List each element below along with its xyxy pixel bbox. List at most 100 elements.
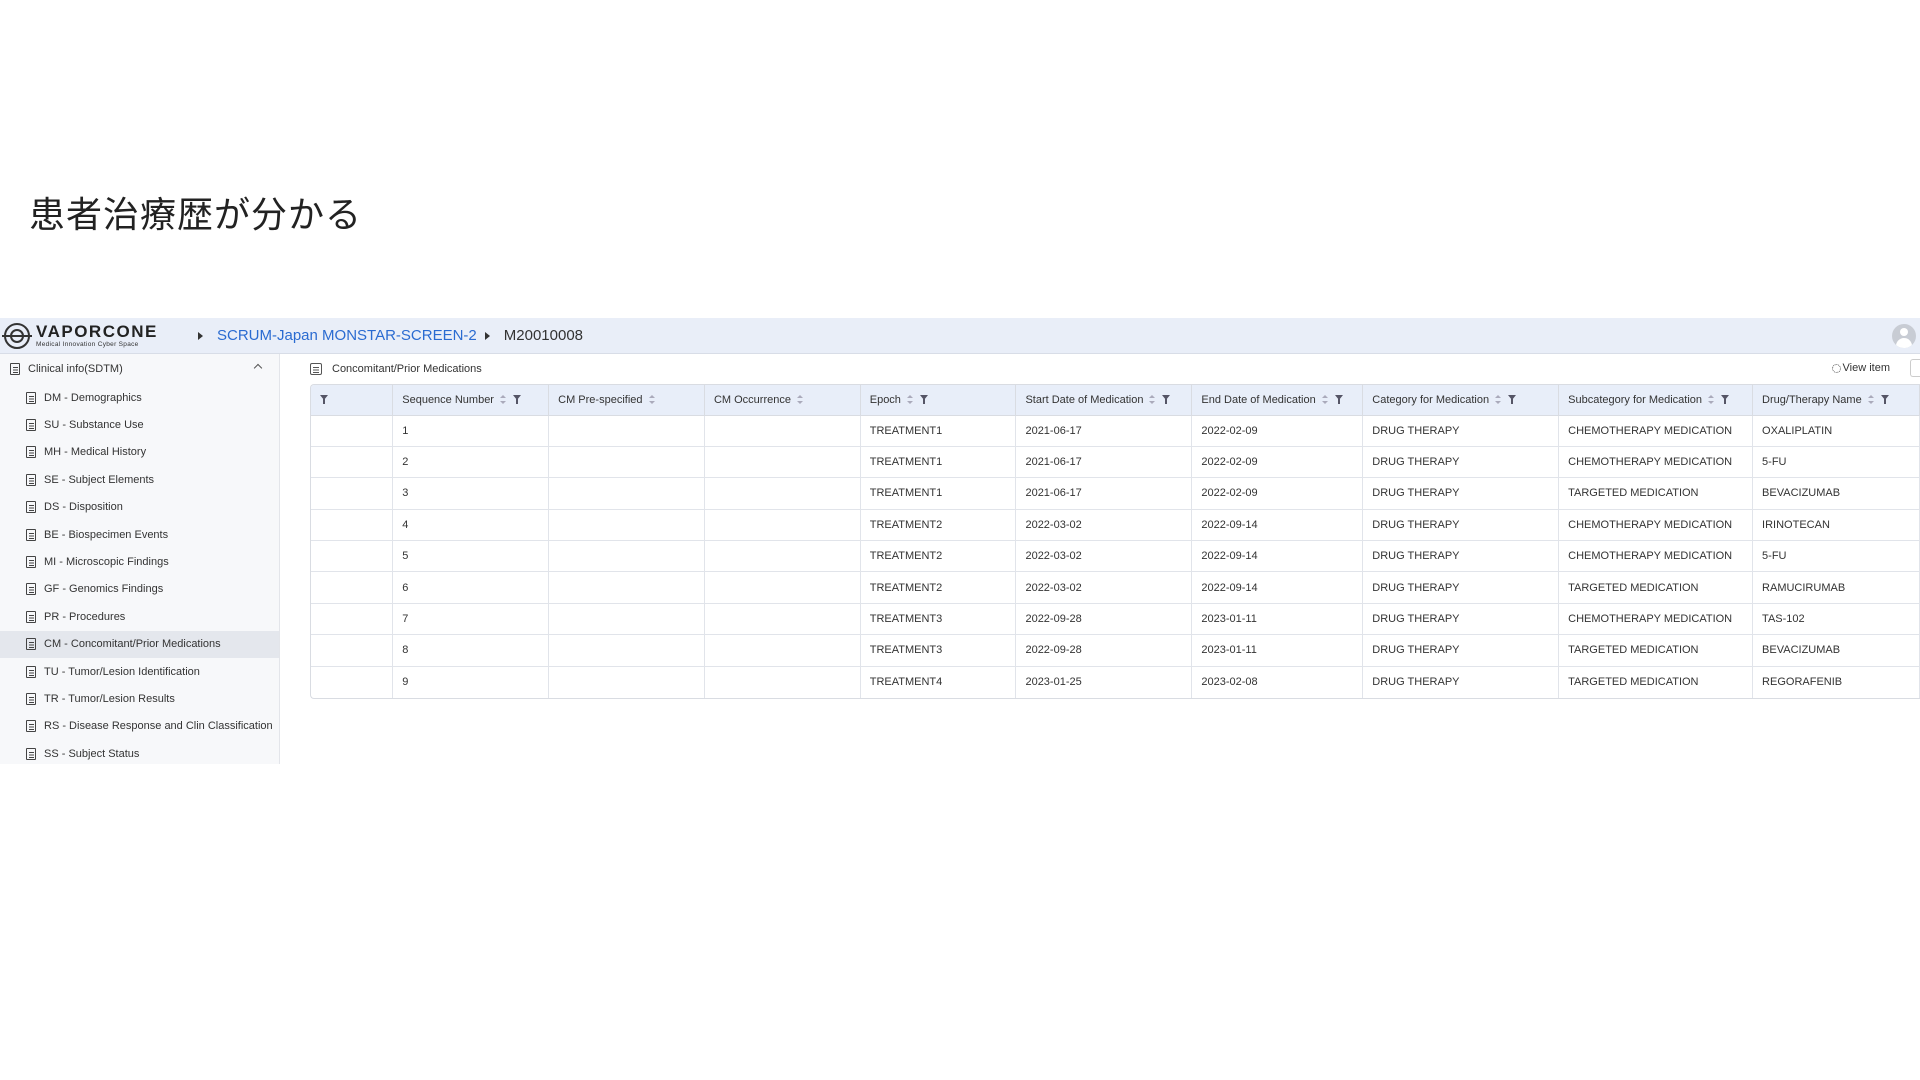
document-icon bbox=[26, 665, 36, 678]
column-header[interactable]: Subcategory for Medication bbox=[1558, 385, 1754, 416]
table-row[interactable]: 7 TREATMENT3 2022-09-28 2023-01-11 DRUG THER… bbox=[311, 603, 1920, 636]
table-cell bbox=[311, 446, 394, 479]
table-cell: TREATMENT1 bbox=[860, 415, 1017, 447]
table-row[interactable]: 6 TREATMENT2 2022-03-02 2022-09-14 DRUG THER… bbox=[311, 571, 1920, 604]
column-header[interactable]: Category for Medication bbox=[1362, 385, 1560, 416]
table-row[interactable]: 9 TREATMENT4 2023-01-25 2023-02-08 DRUG THER… bbox=[311, 666, 1920, 698]
sidebar-item[interactable]: MI - Microscopic Findings bbox=[0, 548, 279, 575]
sort-icon[interactable] bbox=[1867, 395, 1874, 405]
filter-icon[interactable] bbox=[1880, 395, 1889, 405]
panel-toggle-button[interactable] bbox=[1910, 359, 1920, 377]
folder-doc-icon bbox=[10, 363, 20, 375]
document-icon bbox=[26, 638, 36, 651]
document-icon bbox=[26, 446, 36, 459]
filter-icon[interactable] bbox=[512, 395, 521, 405]
column-header[interactable]: CM Pre-specified bbox=[548, 385, 705, 416]
sidebar: Clinical info(SDTM) DM - Demographics SU … bbox=[0, 354, 280, 764]
table-cell bbox=[311, 634, 394, 667]
logo-tagline: Medical Innovation Cyber Space bbox=[36, 340, 139, 348]
table-cell: DRUG THERAPY bbox=[1362, 666, 1560, 698]
table-cell bbox=[704, 446, 861, 479]
table-row[interactable]: 8 TREATMENT3 2022-09-28 2023-01-11 DRUG THER… bbox=[311, 634, 1920, 667]
column-header[interactable]: CM Occurrence bbox=[704, 385, 861, 416]
table-cell bbox=[704, 666, 861, 698]
column-header[interactable]: Epoch bbox=[860, 385, 1017, 416]
filter-icon[interactable] bbox=[1162, 395, 1171, 405]
sidebar-item[interactable]: SS - Subject Status bbox=[0, 740, 279, 764]
sidebar-item[interactable]: GF - Genomics Findings bbox=[0, 576, 279, 603]
table-cell: DRUG THERAPY bbox=[1362, 571, 1560, 604]
filter-icon[interactable] bbox=[919, 395, 928, 405]
table-cell: TARGETED MEDICATION bbox=[1558, 634, 1754, 667]
table-cell: CHEMOTHERAPY MEDICATION bbox=[1558, 415, 1754, 447]
filter-icon[interactable] bbox=[1721, 395, 1730, 405]
sidebar-item-label: MI - Microscopic Findings bbox=[44, 556, 169, 569]
table-cell: TREATMENT2 bbox=[860, 540, 1017, 573]
sidebar-item[interactable]: CM - Concomitant/Prior Medications bbox=[0, 630, 279, 658]
table-cell: 4 bbox=[392, 509, 550, 542]
table-row[interactable]: 1 TREATMENT1 2021-06-17 2022-02-09 DRUG THER… bbox=[311, 415, 1920, 447]
filter-icon[interactable] bbox=[1508, 395, 1517, 405]
table-row[interactable]: 5 TREATMENT2 2022-03-02 2022-09-14 DRUG THER… bbox=[311, 540, 1920, 573]
sidebar-item[interactable]: PR - Procedures bbox=[0, 603, 279, 630]
table-cell: 2022-03-02 bbox=[1015, 571, 1193, 604]
sidebar-item[interactable]: RS - Disease Response and Clin Classific… bbox=[0, 713, 279, 740]
sidebar-item-label: SS - Subject Status bbox=[44, 747, 140, 760]
filter-icon[interactable] bbox=[320, 395, 328, 405]
chevron-up-icon[interactable] bbox=[253, 363, 263, 373]
sort-icon[interactable] bbox=[1495, 395, 1502, 405]
sort-icon[interactable] bbox=[796, 395, 803, 405]
table-cell: 2022-09-14 bbox=[1191, 509, 1364, 542]
table-cell: IRINOTECAN bbox=[1752, 509, 1920, 542]
sort-icon[interactable] bbox=[499, 395, 506, 405]
column-header-label: Epoch bbox=[869, 393, 901, 406]
app-window: VAPORCONE Medical Innovation Cyber Space… bbox=[0, 318, 1920, 764]
sidebar-item-label: DM - Demographics bbox=[44, 391, 142, 404]
sidebar-item[interactable]: SE - Subject Elements bbox=[0, 466, 279, 493]
sidebar-item-label: GF - Genomics Findings bbox=[44, 583, 164, 596]
table-cell bbox=[704, 603, 861, 636]
sidebar-item[interactable]: TR - Tumor/Lesion Results bbox=[0, 685, 279, 712]
breadcrumb-project-link[interactable]: SCRUM-Japan MONSTAR-SCREEN-2 bbox=[217, 327, 477, 344]
column-header[interactable]: End Date of Medication bbox=[1191, 385, 1364, 416]
sidebar-item[interactable]: MH - Medical History bbox=[0, 439, 279, 466]
table-cell bbox=[548, 634, 705, 667]
sidebar-item[interactable]: TU - Tumor/Lesion Identification bbox=[0, 658, 279, 685]
list-icon bbox=[310, 363, 322, 375]
table-cell bbox=[311, 603, 394, 636]
sidebar-item-label: SU - Substance Use bbox=[44, 419, 144, 432]
column-filter-header[interactable] bbox=[311, 385, 394, 416]
table-cell bbox=[704, 540, 861, 573]
column-header[interactable]: Start Date of Medication bbox=[1015, 385, 1193, 416]
sidebar-item-label: BE - Biospecimen Events bbox=[44, 528, 169, 541]
sort-icon[interactable] bbox=[1708, 395, 1715, 405]
sidebar-item[interactable]: DS - Disposition bbox=[0, 494, 279, 521]
view-item-button[interactable]: View item bbox=[1831, 362, 1890, 374]
table-cell: TREATMENT2 bbox=[860, 571, 1017, 604]
table-cell: 2021-06-17 bbox=[1015, 477, 1193, 510]
sidebar-section-label: Clinical info(SDTM) bbox=[28, 363, 123, 375]
sidebar-item-label: CM - Concomitant/Prior Medications bbox=[44, 638, 221, 651]
table-row[interactable]: 4 TREATMENT2 2022-03-02 2022-09-14 DRUG THER… bbox=[311, 509, 1920, 542]
table-cell: 2022-02-09 bbox=[1191, 477, 1364, 510]
vaporcone-logo[interactable]: VAPORCONE Medical Innovation Cyber Space bbox=[2, 322, 190, 349]
sidebar-item[interactable]: BE - Biospecimen Events bbox=[0, 521, 279, 548]
sidebar-item[interactable]: SU - Substance Use bbox=[0, 411, 279, 438]
user-avatar-icon[interactable] bbox=[1892, 324, 1916, 348]
sidebar-section-clinical-info[interactable]: Clinical info(SDTM) bbox=[0, 354, 279, 384]
document-icon bbox=[26, 720, 36, 733]
table-row[interactable]: 2 TREATMENT1 2021-06-17 2022-02-09 DRUG THER… bbox=[311, 446, 1920, 479]
column-header[interactable]: Sequence Number bbox=[392, 385, 550, 416]
table-row[interactable]: 3 TREATMENT1 2021-06-17 2022-02-09 DRUG THER… bbox=[311, 477, 1920, 510]
sort-icon[interactable] bbox=[1149, 395, 1156, 405]
sort-icon[interactable] bbox=[1321, 395, 1328, 405]
column-header[interactable]: Drug/Therapy Name bbox=[1752, 385, 1920, 416]
column-header-label: Start Date of Medication bbox=[1025, 393, 1144, 406]
sort-icon[interactable] bbox=[906, 395, 913, 405]
table-cell: 2022-03-02 bbox=[1015, 509, 1193, 542]
sidebar-item[interactable]: DM - Demographics bbox=[0, 384, 279, 411]
breadcrumb-caret-icon bbox=[198, 331, 203, 340]
sort-icon[interactable] bbox=[648, 395, 655, 405]
filter-icon[interactable] bbox=[1334, 395, 1343, 405]
column-header-label: Category for Medication bbox=[1372, 393, 1490, 406]
